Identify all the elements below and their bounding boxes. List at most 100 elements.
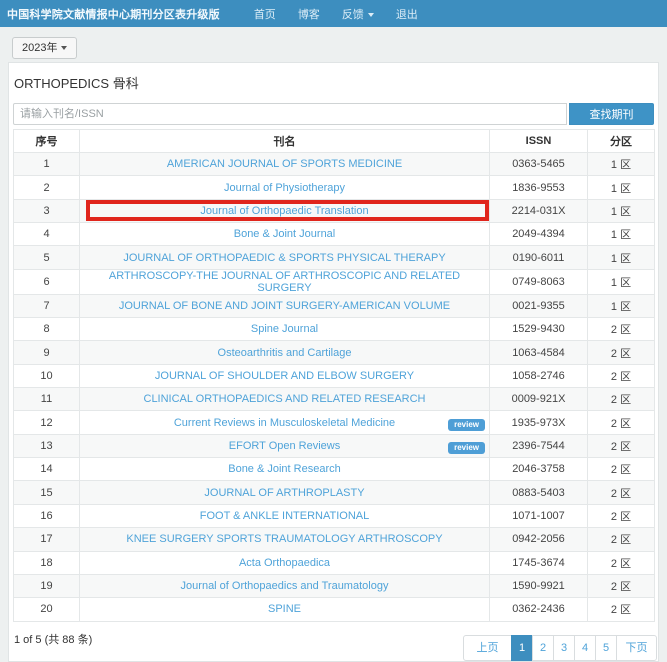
journal-name-cell: Bone & Joint Journal: [80, 223, 490, 246]
issn-value: 1071-1007: [490, 504, 588, 527]
journal-link[interactable]: EFORT Open Reviews: [229, 440, 340, 452]
table-row: 6 ARTHROSCOPY-THE JOURNAL OF ARTHROSCOPI…: [14, 269, 655, 294]
top-navbar: 中国科学院文献情报中心期刊分区表升级版 首页 博客 反馈 退出: [0, 0, 667, 27]
partition-value: 2 区: [588, 458, 655, 481]
journal-link[interactable]: Bone & Joint Journal: [234, 228, 336, 240]
journal-link[interactable]: Spine Journal: [251, 323, 318, 335]
table-header-row: 序号 刊名 ISSN 分区: [14, 130, 655, 153]
issn-value: 2049-4394: [490, 223, 588, 246]
row-number: 1: [14, 153, 80, 176]
table-row: 9 Osteoarthritis and Cartilage 1063-4584…: [14, 341, 655, 364]
nav-item-feedback[interactable]: 反馈: [342, 6, 374, 22]
col-header-partition: 分区: [588, 130, 655, 153]
partition-value: 2 区: [588, 504, 655, 527]
row-number: 2: [14, 176, 80, 199]
navbar-menu: 首页 博客 反馈 退出: [232, 6, 418, 22]
partition-value: 1 区: [588, 294, 655, 317]
issn-value: 0749-8063: [490, 269, 588, 294]
row-number: 18: [14, 551, 80, 574]
review-badge: review: [448, 419, 485, 431]
col-header-issn: ISSN: [490, 130, 588, 153]
nav-item-home[interactable]: 首页: [254, 6, 276, 22]
issn-value: 0363-5465: [490, 153, 588, 176]
row-number: 14: [14, 458, 80, 481]
row-number: 20: [14, 598, 80, 621]
issn-value: 1935-973X: [490, 411, 588, 434]
year-dropdown-button[interactable]: 2023年: [12, 37, 77, 59]
partition-value: 2 区: [588, 551, 655, 574]
journal-link[interactable]: Bone & Joint Research: [228, 463, 341, 475]
partition-value: 2 区: [588, 598, 655, 621]
search-button[interactable]: 查找期刊: [569, 103, 654, 125]
journal-name-cell: Spine Journal: [80, 318, 490, 341]
journal-link[interactable]: Current Reviews in Musculoskeletal Medic…: [174, 417, 395, 429]
journal-name-cell: FOOT & ANKLE INTERNATIONAL: [80, 504, 490, 527]
journal-link[interactable]: Osteoarthritis and Cartilage: [218, 347, 352, 359]
journal-link[interactable]: Journal of Orthopaedics and Traumatology: [181, 580, 389, 592]
issn-value: 0883-5403: [490, 481, 588, 504]
journal-link[interactable]: ARTHROSCOPY-THE JOURNAL OF ARTHROSCOPIC …: [109, 270, 460, 294]
year-dropdown-label: 2023年: [22, 42, 57, 54]
journal-link[interactable]: Journal of Orthopaedic Translation: [200, 205, 368, 217]
row-number: 4: [14, 223, 80, 246]
row-number: 10: [14, 364, 80, 387]
row-number: 7: [14, 294, 80, 317]
partition-value: 1 区: [588, 176, 655, 199]
partition-value: 1 区: [588, 153, 655, 176]
journal-name-cell: Acta Orthopaedica: [80, 551, 490, 574]
partition-value: 2 区: [588, 341, 655, 364]
row-number: 3: [14, 199, 80, 222]
journal-name-cell: JOURNAL OF ARTHROPLASTY: [80, 481, 490, 504]
journal-link[interactable]: Journal of Physiotherapy: [224, 182, 345, 194]
journal-list-panel: ORTHOPEDICS 骨科 查找期刊 序号 刊名 ISSN 分区 1 AMER…: [8, 62, 659, 662]
issn-value: 0942-2056: [490, 528, 588, 551]
journal-name-cell: Osteoarthritis and Cartilage: [80, 341, 490, 364]
partition-value: 1 区: [588, 199, 655, 222]
issn-value: 0362-2436: [490, 598, 588, 621]
table-row: 18 Acta Orthopaedica 1745-3674 2 区: [14, 551, 655, 574]
journal-link[interactable]: FOOT & ANKLE INTERNATIONAL: [200, 510, 370, 522]
journals-table: 序号 刊名 ISSN 分区 1 AMERICAN JOURNAL OF SPOR…: [13, 129, 655, 622]
table-row: 5 JOURNAL OF ORTHOPAEDIC & SPORTS PHYSIC…: [14, 246, 655, 269]
journal-link[interactable]: JOURNAL OF ARTHROPLASTY: [204, 487, 364, 499]
row-number: 15: [14, 481, 80, 504]
issn-value: 0009-921X: [490, 388, 588, 411]
journal-name-cell: CLINICAL ORTHOPAEDICS AND RELATED RESEAR…: [80, 388, 490, 411]
navbar-brand[interactable]: 中国科学院文献情报中心期刊分区表升级版: [7, 6, 220, 22]
journal-name-cell: JOURNAL OF SHOULDER AND ELBOW SURGERY: [80, 364, 490, 387]
issn-value: 0190-6011: [490, 246, 588, 269]
row-number: 17: [14, 528, 80, 551]
partition-value: 1 区: [588, 269, 655, 294]
journal-link[interactable]: CLINICAL ORTHOPAEDICS AND RELATED RESEAR…: [144, 393, 426, 405]
row-number: 6: [14, 269, 80, 294]
partition-value: 2 区: [588, 411, 655, 434]
journal-link[interactable]: JOURNAL OF ORTHOPAEDIC & SPORTS PHYSICAL…: [123, 252, 445, 264]
issn-value: 2396-7544: [490, 434, 588, 457]
search-input[interactable]: [13, 103, 567, 125]
nav-item-blog[interactable]: 博客: [298, 6, 320, 22]
journal-link[interactable]: JOURNAL OF SHOULDER AND ELBOW SURGERY: [155, 370, 414, 382]
issn-value: 1836-9553: [490, 176, 588, 199]
review-badge: review: [448, 442, 485, 454]
journal-link[interactable]: SPINE: [268, 603, 301, 615]
journal-link[interactable]: AMERICAN JOURNAL OF SPORTS MEDICINE: [167, 158, 402, 170]
journal-name-cell: JOURNAL OF BONE AND JOINT SURGERY-AMERIC…: [80, 294, 490, 317]
row-number: 8: [14, 318, 80, 341]
table-row: 17 KNEE SURGERY SPORTS TRAUMATOLOGY ARTH…: [14, 528, 655, 551]
journal-link[interactable]: JOURNAL OF BONE AND JOINT SURGERY-AMERIC…: [119, 300, 450, 312]
caret-down-icon: [368, 13, 374, 17]
partition-value: 2 区: [588, 528, 655, 551]
table-row: 10 JOURNAL OF SHOULDER AND ELBOW SURGERY…: [14, 364, 655, 387]
issn-value: 0021-9355: [490, 294, 588, 317]
row-number: 5: [14, 246, 80, 269]
col-header-number: 序号: [14, 130, 80, 153]
nav-item-logout[interactable]: 退出: [396, 6, 418, 22]
search-bar: 查找期刊: [13, 103, 654, 125]
issn-value: 2214-031X: [490, 199, 588, 222]
partition-value: 2 区: [588, 574, 655, 597]
journal-link[interactable]: KNEE SURGERY SPORTS TRAUMATOLOGY ARTHROS…: [126, 533, 442, 545]
journal-name-cell: EFORT Open Reviews review: [80, 434, 490, 457]
issn-value: 1063-4584: [490, 341, 588, 364]
journal-link[interactable]: Acta Orthopaedica: [239, 557, 330, 569]
partition-value: 1 区: [588, 246, 655, 269]
